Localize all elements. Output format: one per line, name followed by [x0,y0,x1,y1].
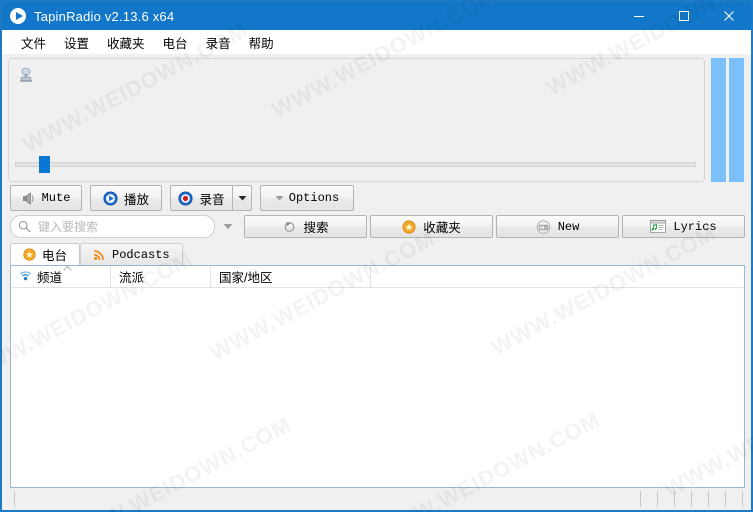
rss-icon [94,250,104,261]
station-display-panel [8,58,705,182]
menu-item-file[interactable]: 文件 [12,30,55,55]
wifi-icon [19,270,32,280]
chevron-down-icon [275,196,284,201]
search-row: 搜索 收藏夹 New [2,215,751,242]
close-button[interactable] [706,2,751,30]
player-area [2,54,751,182]
menu-item-favorites[interactable]: 收藏夹 [98,30,154,55]
new-stations-button[interactable]: New [496,215,619,238]
maximize-button[interactable] [661,2,706,30]
tab-podcasts-label: Podcasts [112,247,170,262]
menu-item-stations[interactable]: 电台 [154,30,197,55]
record-button-group: 录音 [170,185,252,211]
level-meters [711,58,745,182]
status-separator [708,491,709,507]
column-header-country[interactable]: 国家/地区 [211,266,371,287]
radio-icon [536,219,550,234]
record-button[interactable]: 录音 [170,185,232,211]
speaker-icon [22,191,34,205]
status-grip[interactable] [624,488,751,510]
maximize-icon [678,11,689,21]
star-icon [23,248,36,261]
column-header-genre-label: 流派 [119,271,145,285]
tab-stations[interactable]: 电台 [10,243,81,265]
status-separator [657,491,658,507]
play-circle-icon [10,8,26,24]
search-history-dropdown[interactable] [215,215,241,238]
new-stations-button-label: New [557,219,580,234]
play-button[interactable]: 播放 [90,185,162,211]
status-bar [2,488,751,510]
search-input[interactable] [10,215,215,238]
star-icon [402,219,416,234]
client-area: Mute 播放 录音 Options 键入要搜索 搜索 收藏夹 New Lyri… [2,54,751,510]
close-icon [723,11,734,21]
favorites-button[interactable]: 收藏夹 [370,215,493,238]
menu-item-recording[interactable]: 录音 [197,30,240,55]
record-icon [178,190,194,206]
title-bar: TapinRadio v2.13.6 x64 [2,2,751,30]
mute-button-label: Mute [41,191,71,205]
status-separator [674,491,675,507]
column-header-country-label: 国家/地区 [219,271,273,285]
column-header-genre[interactable]: 流派 [111,266,211,287]
options-button-label: Options [288,191,340,205]
status-separator [691,491,692,507]
minimize-icon [633,16,644,17]
level-meter-left [711,58,726,182]
search-box [10,215,215,238]
column-header-channel-label: 频道 [37,271,63,285]
menu-item-help[interactable]: 帮助 [240,30,283,55]
status-separator [742,491,743,507]
lyrics-button[interactable]: Lyrics [622,215,745,238]
search-button-label: 搜索 [303,221,329,235]
options-button[interactable]: Options [260,185,354,211]
volume-slider-thumb[interactable] [39,156,50,173]
lyrics-button-label: Lyrics [673,219,717,234]
record-button-label: 录音 [199,192,225,207]
menu-item-settings[interactable]: 设置 [55,30,98,55]
volume-slider-track [15,162,696,167]
station-list-body[interactable] [11,288,744,487]
level-meter-right [729,58,744,182]
status-separator [640,491,641,507]
column-header-filler [371,266,744,287]
station-list-panel: 频道 流派 国家/地区 [10,265,745,488]
transport-controls: Mute 播放 录音 Options [2,182,751,215]
chevron-down-icon [238,196,246,201]
status-separator [725,491,726,507]
window-title: TapinRadio v2.13.6 x64 [34,8,175,24]
satellite-dish-icon [20,67,32,82]
search-icon [18,220,31,233]
search-button[interactable]: 搜索 [244,215,367,238]
menu-bar: 文件 设置 收藏夹 电台 录音 帮助 [2,30,751,54]
tab-stations-label: 电台 [42,249,68,263]
lyrics-icon [650,220,667,233]
minimize-button[interactable] [616,2,661,30]
sort-ascending-icon [63,265,72,271]
play-button-label: 播放 [124,192,150,207]
list-header: 频道 流派 国家/地区 [11,265,744,288]
volume-slider[interactable] [15,156,696,173]
mute-button[interactable]: Mute [10,185,82,211]
status-separator [14,491,15,507]
application-window: TapinRadio v2.13.6 x64 文件 设置 收藏夹 电台 录音 帮… [0,0,753,512]
tab-strip: 电台 Podcasts [2,242,751,265]
favorites-button-label: 收藏夹 [423,221,461,235]
window-controls [616,2,751,30]
search-arrow-icon [285,221,295,232]
play-icon [103,190,118,206]
column-header-channel[interactable]: 频道 [11,265,111,287]
record-dropdown-button[interactable] [232,185,252,211]
chevron-down-icon [223,224,233,230]
tab-podcasts[interactable]: Podcasts [80,243,183,265]
